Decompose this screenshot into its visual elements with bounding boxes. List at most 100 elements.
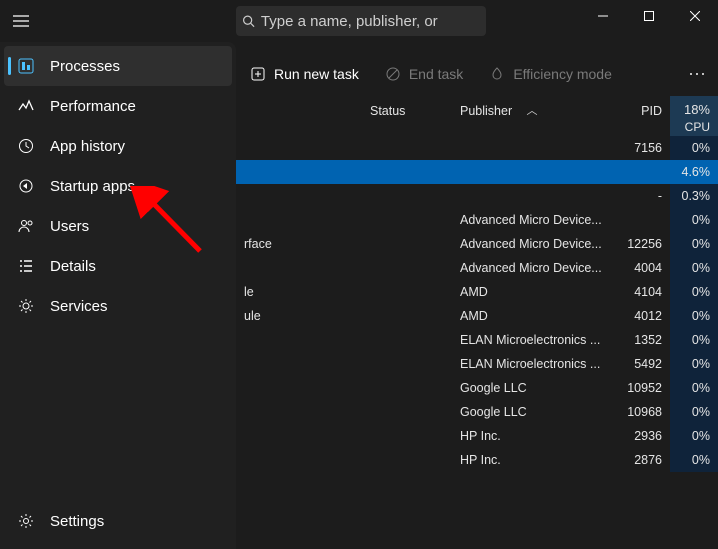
maximize-icon [644, 11, 654, 21]
cell-status [362, 448, 452, 472]
nav-label: App history [50, 138, 125, 155]
cell-name [236, 208, 362, 232]
cell-status [362, 400, 452, 424]
cell-status [362, 256, 452, 280]
cell-cpu: 4.6% [670, 160, 718, 184]
sort-indicator: ︿ [527, 102, 538, 118]
cell-status [362, 424, 452, 448]
titlebar [0, 0, 718, 42]
col-name[interactable] [236, 96, 362, 136]
col-cpu[interactable]: 18%CPU [670, 96, 718, 136]
cell-name [236, 256, 362, 280]
nav-startup-apps[interactable]: Startup apps [4, 166, 232, 206]
run-icon [250, 66, 266, 82]
hamburger-menu[interactable] [0, 0, 42, 42]
cell-publisher: ELAN Microelectronics ... [452, 352, 612, 376]
run-new-task-button[interactable]: Run new task [246, 62, 363, 86]
search-input[interactable] [261, 13, 480, 30]
tool-label: End task [409, 66, 463, 82]
cell-pid: 4004 [612, 256, 670, 280]
nav-services[interactable]: Services [4, 286, 232, 326]
cell-cpu: 0% [670, 280, 718, 304]
details-icon [16, 256, 36, 276]
minimize-button[interactable] [580, 0, 626, 32]
cell-status [362, 208, 452, 232]
cell-pid: 12256 [612, 232, 670, 256]
nav-performance[interactable]: Performance [4, 86, 232, 126]
nav-app-history[interactable]: App history [4, 126, 232, 166]
hamburger-icon [13, 15, 29, 27]
cell-name [236, 160, 362, 184]
cell-pid: 2936 [612, 424, 670, 448]
nav-label: Services [50, 298, 108, 315]
cell-pid: 4012 [612, 304, 670, 328]
col-status[interactable]: Status [362, 96, 452, 136]
nav-label: Settings [50, 513, 104, 530]
tool-label: Run new task [274, 66, 359, 82]
cell-cpu: 0% [670, 400, 718, 424]
nav-label: Startup apps [50, 178, 135, 195]
search-box[interactable] [236, 6, 486, 36]
cell-cpu: 0% [670, 232, 718, 256]
nav-users[interactable]: Users [4, 206, 232, 246]
cell-pid: 2876 [612, 448, 670, 472]
cell-pid: 5492 [612, 352, 670, 376]
nav-label: Details [50, 258, 96, 275]
services-icon [16, 296, 36, 316]
nav-label: Performance [50, 98, 136, 115]
cell-pid: 10968 [612, 400, 670, 424]
cell-pid: 7156 [612, 136, 670, 160]
col-publisher[interactable]: ︿Publisher [452, 96, 612, 136]
cell-publisher: HP Inc. [452, 424, 612, 448]
cell-cpu: 0% [670, 352, 718, 376]
more-button[interactable]: ⋯ [688, 64, 708, 85]
users-icon [16, 216, 36, 236]
cell-name: rface [236, 232, 362, 256]
cell-publisher: Google LLC [452, 376, 612, 400]
nav-settings[interactable]: Settings [4, 501, 232, 541]
nav-label: Processes [50, 58, 120, 75]
cell-pid [612, 208, 670, 232]
cell-cpu: 0.3% [670, 184, 718, 208]
cell-cpu: 0% [670, 424, 718, 448]
cell-publisher: ELAN Microelectronics ... [452, 328, 612, 352]
window-controls [580, 0, 718, 32]
nav-label: Users [50, 218, 89, 235]
cell-pid: 10952 [612, 376, 670, 400]
cell-name [236, 136, 362, 160]
cell-name [236, 352, 362, 376]
cell-status [362, 160, 452, 184]
col-pid[interactable]: PID [612, 96, 670, 136]
cell-publisher: Advanced Micro Device... [452, 208, 612, 232]
toolbar: Run new task End task Efficiency mode ⋯ [236, 52, 718, 96]
cell-pid [612, 160, 670, 184]
efficiency-icon [489, 66, 505, 82]
cell-cpu: 0% [670, 328, 718, 352]
cell-status [362, 304, 452, 328]
cell-pid: 1352 [612, 328, 670, 352]
minimize-icon [598, 11, 608, 21]
end-task-icon [385, 66, 401, 82]
cell-pid: - [612, 184, 670, 208]
startup-icon [16, 176, 36, 196]
close-icon [690, 11, 700, 21]
cell-status [362, 232, 452, 256]
cell-publisher: HP Inc. [452, 448, 612, 472]
nav-processes[interactable]: Processes [4, 46, 232, 86]
end-task-button[interactable]: End task [381, 62, 467, 86]
close-button[interactable] [672, 0, 718, 32]
cell-status [362, 184, 452, 208]
efficiency-mode-button[interactable]: Efficiency mode [485, 62, 616, 86]
processes-icon [16, 56, 36, 76]
nav-details[interactable]: Details [4, 246, 232, 286]
cell-cpu: 0% [670, 208, 718, 232]
cell-publisher: Advanced Micro Device... [452, 256, 612, 280]
cell-name [236, 400, 362, 424]
cell-name [236, 448, 362, 472]
history-icon [16, 136, 36, 156]
maximize-button[interactable] [626, 0, 672, 32]
cell-name: ule [236, 304, 362, 328]
cell-publisher: Advanced Micro Device... [452, 232, 612, 256]
performance-icon [16, 96, 36, 116]
cell-cpu: 0% [670, 304, 718, 328]
